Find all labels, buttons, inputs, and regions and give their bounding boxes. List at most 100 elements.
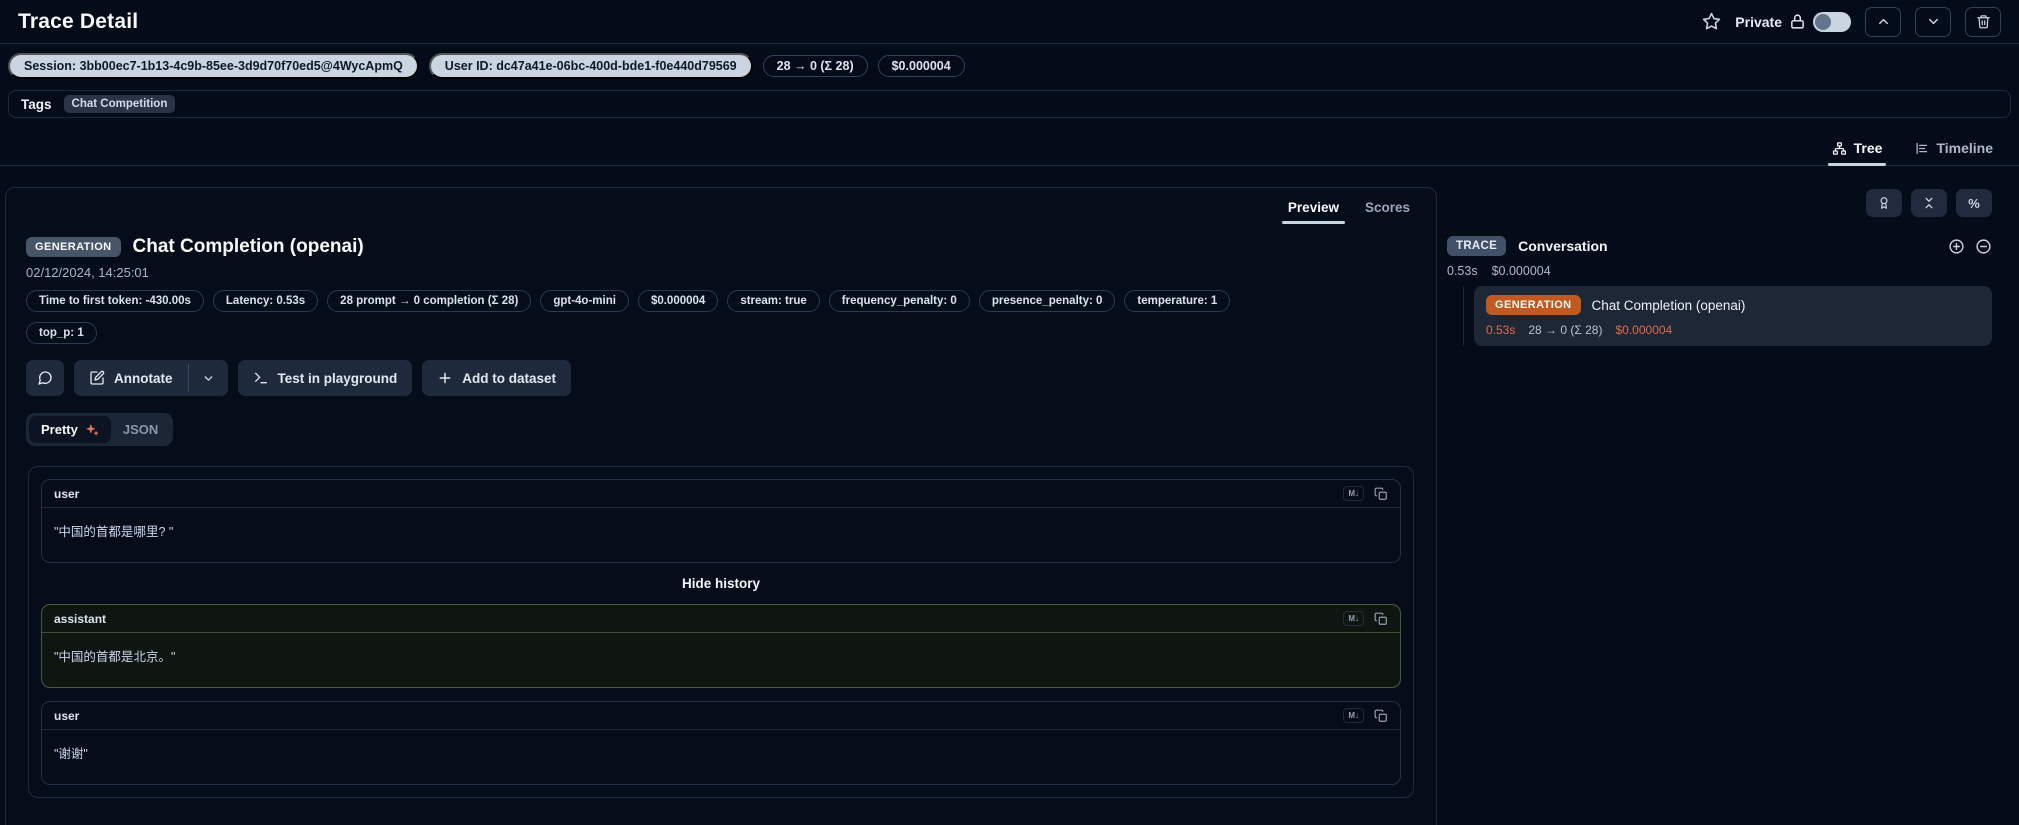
chevrons-collapse-icon [1922, 196, 1936, 210]
token-usage-badge: 28 → 0 (Σ 28) [763, 55, 868, 77]
metric-badges-row-1: Time to first token: -430.00s Latency: 0… [26, 290, 1416, 312]
copy-icon[interactable] [1374, 612, 1388, 626]
message-role: user [54, 487, 79, 501]
delete-trace-button[interactable] [1965, 7, 2001, 37]
metric-badges-row-2: top_p: 1 [26, 322, 1416, 344]
tab-tree-label: Tree [1854, 140, 1883, 156]
sparkles-icon [85, 423, 99, 437]
trace-latency: 0.53s [1447, 264, 1478, 278]
tab-scores[interactable]: Scores [1353, 192, 1422, 224]
privacy-control: Private [1735, 12, 1851, 32]
scores-toggle-button[interactable] [1866, 189, 1902, 217]
message-user-1: user M↓ "中国的首都是哪里? " [41, 479, 1401, 563]
generation-type-badge: GENERATION [26, 237, 121, 257]
message-content: "中国的首都是哪里? " [42, 508, 1400, 562]
tab-preview[interactable]: Preview [1276, 192, 1351, 224]
metrics-toggle-button[interactable]: % [1956, 189, 1992, 217]
message-content: "谢谢" [42, 730, 1400, 784]
collapse-all-button[interactable] [1911, 189, 1947, 217]
chevron-up-icon [1876, 14, 1891, 29]
copy-icon[interactable] [1374, 709, 1388, 723]
next-trace-button[interactable] [1915, 7, 1951, 37]
message-role: user [54, 709, 79, 723]
generation-node-selected[interactable]: GENERATION Chat Completion (openai) 0.53… [1474, 286, 1992, 346]
annotate-pencil-icon [89, 370, 105, 386]
page-title: Trace Detail [18, 10, 138, 34]
annotate-button[interactable]: Annotate [74, 360, 188, 396]
action-buttons: Annotate Test in playground [26, 360, 1416, 396]
bookmark-star-button[interactable] [1702, 12, 1721, 31]
message-user-2: user M↓ "谢谢" [41, 701, 1401, 785]
trace-meta-badges: Session: 3bb00ec7-1b13-4c9b-85ee-3d9d70f… [0, 44, 2019, 88]
view-switch: Tree Timeline [0, 132, 2019, 166]
content-area: Preview Scores GENERATION Chat Completio… [0, 187, 2019, 825]
metric-model[interactable]: gpt-4o-mini [540, 290, 629, 312]
tags-label: Tags [21, 97, 52, 112]
trace-node[interactable]: TRACE Conversation [1447, 236, 1992, 256]
privacy-toggle[interactable] [1813, 12, 1851, 32]
generation-node-title: Chat Completion (openai) [1592, 298, 1746, 313]
tab-tree[interactable]: Tree [1820, 132, 1895, 165]
add-to-dataset-button[interactable]: Add to dataset [422, 360, 571, 396]
tags-container[interactable]: Tags Chat Competition [8, 90, 2011, 118]
trace-title: Conversation [1518, 238, 1607, 254]
timeline-icon [1914, 141, 1929, 156]
metric-presence-penalty: presence_penalty: 0 [979, 290, 1116, 312]
percent-icon: % [1968, 196, 1980, 211]
hide-history-button[interactable]: Hide history [41, 576, 1401, 591]
trash-icon [1976, 14, 1991, 29]
markdown-toggle-icon[interactable]: M↓ [1343, 708, 1364, 723]
metric-top-p: top_p: 1 [26, 322, 97, 344]
format-json-button[interactable]: JSON [111, 416, 170, 443]
tree-toolbar: % [1447, 189, 1992, 217]
metric-temperature: temperature: 1 [1124, 290, 1230, 312]
chevron-down-icon [202, 372, 215, 385]
generation-type-badge: GENERATION [1486, 295, 1581, 315]
test-in-playground-button[interactable]: Test in playground [238, 360, 413, 396]
message-role: assistant [54, 612, 106, 626]
user-id-badge[interactable]: User ID: dc47a41e-06bc-400d-bde1-f0e440d… [429, 53, 753, 79]
toggle-knob [1815, 14, 1831, 30]
tab-timeline[interactable]: Timeline [1902, 132, 2005, 165]
tag-chip[interactable]: Chat Competition [64, 95, 176, 113]
metric-token-usage: 28 prompt → 0 completion (Σ 28) [327, 290, 531, 312]
star-icon [1702, 12, 1721, 31]
previous-trace-button[interactable] [1865, 7, 1901, 37]
markdown-toggle-icon[interactable]: M↓ [1343, 611, 1364, 626]
message-assistant: assistant M↓ "中国的首都是北京。" [41, 604, 1401, 688]
lock-icon [1789, 13, 1806, 30]
format-toggle: Pretty JSON [26, 413, 173, 446]
comments-button[interactable] [26, 360, 64, 396]
pretty-label: Pretty [41, 422, 78, 437]
playground-label: Test in playground [278, 371, 398, 386]
trace-type-badge: TRACE [1447, 236, 1506, 256]
collapse-node-icon[interactable] [1975, 238, 1992, 255]
top-header: Trace Detail Private [0, 0, 2019, 44]
plus-icon [437, 370, 453, 386]
io-preview-card: user M↓ "中国的首都是哪里? " Hide history assist… [28, 466, 1414, 798]
detail-tabbar: Preview Scores [6, 188, 1436, 224]
session-badge[interactable]: Session: 3bb00ec7-1b13-4c9b-85ee-3d9d70f… [8, 53, 419, 79]
annotate-dropdown-button[interactable] [189, 360, 228, 396]
annotate-split-button: Annotate [74, 360, 228, 396]
trace-stats: 0.53s $0.000004 [1447, 264, 1992, 278]
privacy-label: Private [1735, 14, 1782, 30]
trace-cost: $0.000004 [1492, 264, 1551, 278]
observation-detail-panel: Preview Scores GENERATION Chat Completio… [5, 187, 1437, 825]
observation-timestamp: 02/12/2024, 14:25:01 [26, 265, 1416, 280]
markdown-toggle-icon[interactable]: M↓ [1343, 486, 1364, 501]
metric-time-to-first-token: Time to first token: -430.00s [26, 290, 204, 312]
observation-title: Chat Completion (openai) [133, 236, 364, 258]
comment-icon [37, 370, 53, 386]
expand-all-icon[interactable] [1948, 238, 1965, 255]
annotate-label: Annotate [114, 371, 173, 386]
copy-icon[interactable] [1374, 487, 1388, 501]
metric-frequency-penalty: frequency_penalty: 0 [829, 290, 970, 312]
format-pretty-button[interactable]: Pretty [29, 416, 111, 443]
generation-tokens: 28 → 0 (Σ 28) [1528, 323, 1602, 337]
trace-tree-panel: % TRACE Conversation 0.53s $0.000004 [1445, 187, 2014, 346]
observation-header: GENERATION Chat Completion (openai) 02/1… [6, 224, 1436, 396]
generation-node-stats: 0.53s 28 → 0 (Σ 28) $0.000004 [1486, 323, 1980, 337]
tree-children: GENERATION Chat Completion (openai) 0.53… [1463, 286, 1992, 346]
header-actions: Private [1702, 7, 2001, 37]
